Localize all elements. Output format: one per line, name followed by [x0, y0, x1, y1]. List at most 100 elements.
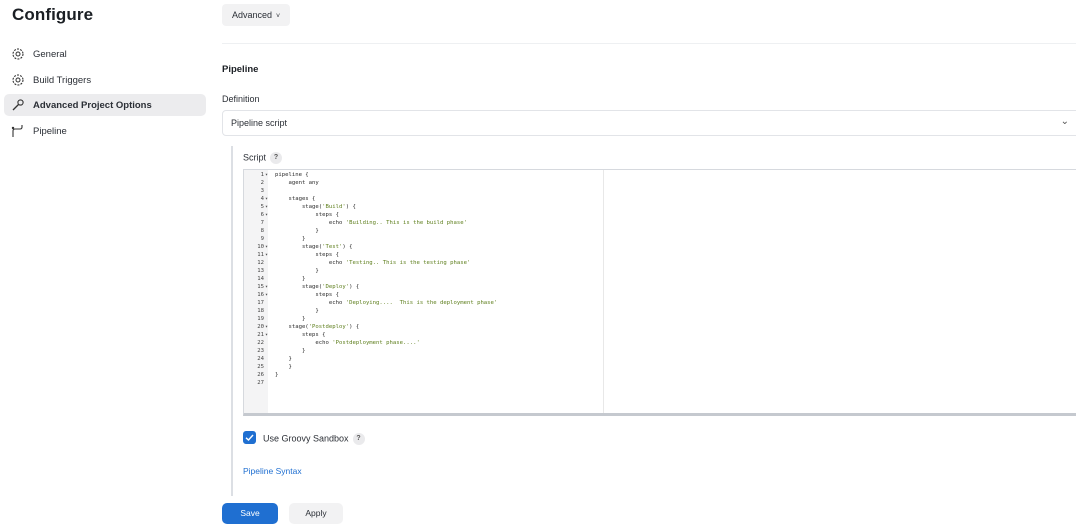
code-token: stage(: [275, 204, 323, 210]
line-number: 27: [257, 380, 264, 386]
code-text: stage('Build') {: [275, 203, 356, 211]
code-text: }: [275, 307, 319, 315]
pipeline-syntax-link[interactable]: Pipeline Syntax: [243, 466, 302, 476]
advanced-button[interactable]: Advanced ˅: [222, 4, 291, 26]
code-text: }: [275, 315, 305, 323]
sidebar-item-label: Advanced Project Options: [33, 100, 152, 111]
line-number: 20: [257, 324, 264, 330]
code-text: steps {: [275, 331, 326, 339]
sidebar-item-build-triggers[interactable]: Build Triggers: [4, 69, 206, 91]
line-number: 26: [257, 372, 264, 378]
code-text: }: [275, 347, 305, 355]
definition-label: Definition: [222, 94, 260, 104]
code-text: steps {: [275, 291, 339, 299]
gear-icon: [11, 73, 25, 87]
line-number: 1: [260, 172, 264, 178]
fold-toggle-icon[interactable]: ▾: [265, 291, 268, 299]
string-literal: 'Building.. This is the build phase': [345, 220, 467, 226]
code-token: steps {: [275, 212, 339, 218]
line-number: 8: [260, 228, 264, 234]
sidebar: Configure General Build Triggers Advance…: [0, 0, 210, 524]
code-token: agent any: [275, 180, 319, 186]
sidebar-nav: General Build Triggers Advanced Project …: [4, 43, 206, 145]
code-text: stage('Deploy') {: [275, 283, 359, 291]
code-token: echo: [275, 260, 346, 266]
code-text: echo 'Building.. This is the build phase…: [275, 219, 467, 227]
help-icon[interactable]: ?: [270, 152, 283, 164]
code-text: echo 'Deploying.... This is the deployme…: [275, 299, 497, 307]
code-text: }: [275, 275, 305, 283]
code-token: stage(: [275, 284, 323, 290]
line-number: 2: [260, 180, 264, 186]
line-number: 22: [257, 340, 264, 346]
code-token: steps {: [275, 252, 339, 258]
line-number: 15: [257, 284, 264, 290]
line-number: 21: [257, 332, 264, 338]
code-token: }: [275, 348, 306, 354]
code-text: }: [275, 235, 305, 243]
code-text: }: [275, 355, 292, 363]
fold-toggle-icon[interactable]: ▾: [265, 331, 268, 339]
definition-select[interactable]: Pipeline script ⌄: [222, 110, 1076, 136]
code-token: }: [275, 228, 319, 234]
code-token: }: [275, 268, 319, 274]
line-number: 24: [257, 356, 264, 362]
code-token: }: [275, 372, 279, 378]
code-text: }: [275, 363, 292, 371]
code-text: echo 'Testing.. This is the testing phas…: [275, 259, 470, 267]
code-text: }: [275, 371, 278, 379]
line-number: 3: [260, 188, 264, 194]
line-number: 25: [257, 364, 264, 370]
string-literal: 'Deploying.... This is the deployment ph…: [345, 300, 498, 306]
line-number: 9: [260, 236, 264, 242]
string-literal: 'Deploy': [322, 284, 350, 290]
line-number: 5: [260, 204, 264, 210]
fold-toggle-icon[interactable]: ▾: [265, 283, 268, 291]
script-editor[interactable]: 1 ▾ pipeline {2 agent any 3 4 ▾ stages {5 ▾ st…: [243, 169, 1076, 416]
fold-toggle-icon[interactable]: ▾: [265, 195, 268, 203]
line-number: 12: [257, 260, 264, 266]
sandbox-label: Use Groovy Sandbox?: [263, 433, 365, 445]
code-token: steps {: [275, 332, 326, 338]
code-token: }: [275, 276, 306, 282]
section-title: Pipeline: [222, 64, 259, 75]
sandbox-label-text: Use Groovy Sandbox: [263, 433, 349, 444]
string-literal: 'Test': [322, 244, 343, 250]
code-token: }: [275, 308, 319, 314]
line-number: 6: [260, 212, 264, 218]
code-token: }: [275, 364, 292, 370]
sidebar-item-label: General: [33, 49, 67, 60]
sidebar-item-label: Build Triggers: [33, 74, 92, 86]
code-token: stage(: [275, 244, 323, 250]
line-number: 4: [260, 196, 264, 202]
code-token: stages {: [275, 196, 316, 202]
apply-button[interactable]: Apply: [289, 503, 343, 524]
line-number: 10: [257, 244, 264, 250]
code-text: stages {: [275, 195, 315, 203]
sandbox-checkbox[interactable]: [243, 431, 256, 444]
fold-toggle-icon[interactable]: ▾: [265, 203, 268, 211]
code-token: pipeline {: [275, 172, 309, 178]
fold-toggle-icon[interactable]: ▾: [265, 243, 268, 251]
code-token: }: [275, 356, 292, 362]
code-token: ) {: [345, 204, 356, 210]
fold-toggle-icon[interactable]: ▾: [265, 211, 268, 219]
code-token: stage(: [275, 324, 309, 330]
code-text: }: [275, 227, 319, 235]
gear-icon: [11, 47, 25, 61]
save-button[interactable]: Save: [222, 503, 278, 524]
script-label-text: Script: [243, 152, 267, 163]
code-token: ) {: [349, 324, 360, 330]
fold-toggle-icon[interactable]: ▾: [265, 251, 268, 259]
line-number: 17: [257, 300, 264, 306]
sidebar-item-pipeline[interactable]: Pipeline: [4, 120, 206, 142]
help-icon[interactable]: ?: [352, 433, 365, 445]
fold-toggle-icon[interactable]: ▾: [265, 323, 268, 331]
sidebar-item-general[interactable]: General: [4, 43, 206, 65]
chevron-down-icon: ⌄: [1060, 116, 1069, 127]
sidebar-item-advanced-project-options[interactable]: Advanced Project Options: [4, 94, 206, 116]
code-token: echo: [275, 300, 346, 306]
code-text: steps {: [275, 251, 339, 259]
line-number: 11: [257, 252, 264, 258]
fold-toggle-icon[interactable]: ▾: [265, 171, 268, 179]
